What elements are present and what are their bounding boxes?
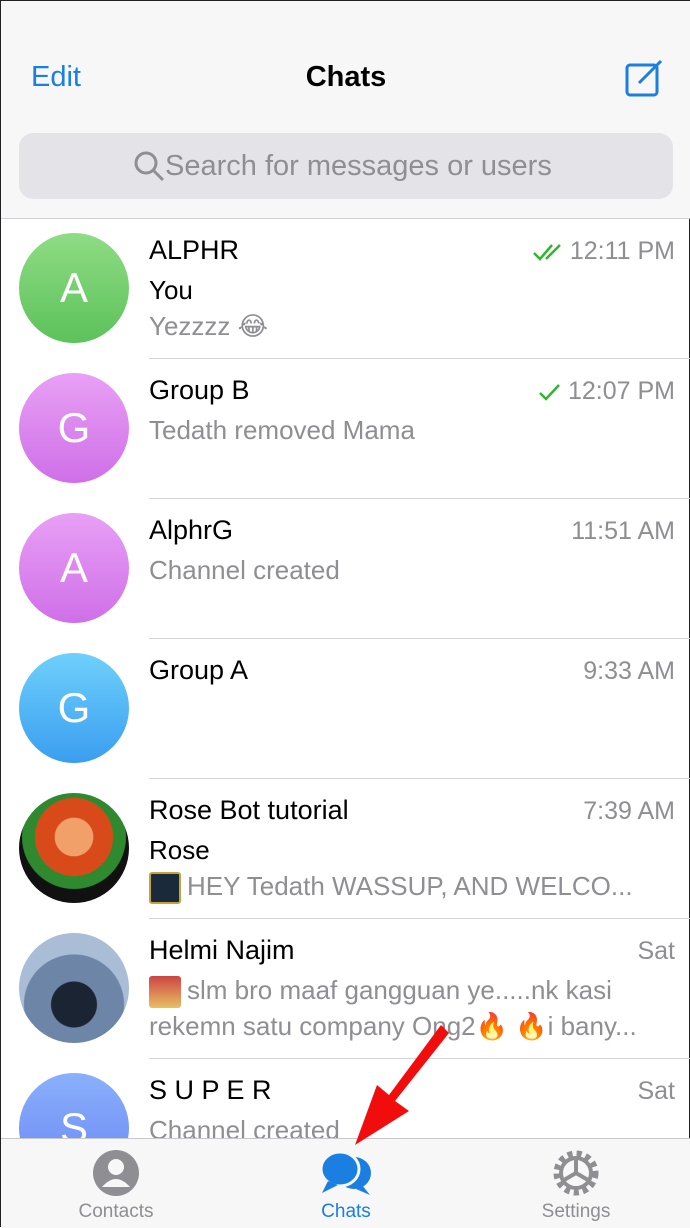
tab-label: Contacts	[78, 1201, 154, 1222]
avatar-initial: A	[59, 264, 88, 311]
preview-text: slm bro maaf gangguan ye.....nk kasi	[187, 975, 612, 1005]
chat-time: 11:51 AM	[571, 517, 675, 545]
avatar-initial: A	[59, 544, 88, 591]
chat-name: AlphrG	[149, 515, 234, 545]
chat-sender: Rose	[149, 835, 210, 865]
chat-preview-line2: rekemn satu company Ong2🔥 🔥i bany...	[149, 1011, 637, 1041]
avatar-image	[19, 793, 129, 903]
chat-name: Group A	[149, 655, 249, 685]
tab-label: Settings	[541, 1201, 611, 1222]
chat-preview: slm bro maaf gangguan ye.....nk kasi	[149, 975, 669, 1009]
search-icon	[134, 151, 165, 182]
chat-preview: Tedath removed Mama	[149, 415, 415, 445]
chat-time: 7:39 AM	[583, 797, 675, 825]
avatar: G	[19, 653, 129, 763]
chat-name: Helmi Najim	[149, 935, 295, 965]
chat-row-group-a[interactable]: G Group A 9:33 AM	[1, 639, 690, 779]
chat-name: ALPHR	[149, 235, 240, 265]
chat-list: A ALPHR 12:11 PM You Yezzzz 😂 G Group B …	[1, 219, 690, 1138]
avatar-initial: S	[59, 1104, 88, 1138]
chat-row-helmi-najim[interactable]: Helmi Najim Sat slm bro maaf gangguan ye…	[1, 919, 690, 1059]
avatar: G	[19, 373, 129, 483]
search-input[interactable]: Search for messages or users	[19, 133, 673, 199]
avatar-initial: G	[57, 404, 91, 451]
search-placeholder: Search for messages or users	[165, 149, 552, 182]
chat-time: Sat	[637, 1077, 675, 1105]
chat-preview: HEY Tedath WASSUP, AND WELCO...	[149, 871, 669, 905]
chat-bubbles-icon	[319, 1150, 371, 1195]
chat-sender: You	[149, 275, 193, 305]
chat-time: 12:07 PM	[538, 377, 675, 406]
tab-chats[interactable]: Chats	[231, 1139, 461, 1228]
tab-bar: Contacts Chats Settings	[1, 1138, 690, 1228]
tab-contacts[interactable]: Contacts	[1, 1139, 231, 1228]
check-icon	[539, 383, 560, 401]
tab-label: Chats	[321, 1201, 371, 1222]
chat-preview: Yezzzz 😂	[149, 311, 269, 341]
double-check-icon	[532, 243, 561, 261]
tab-settings[interactable]: Settings	[461, 1139, 690, 1228]
chat-row-rose-bot[interactable]: Rose Bot tutorial 7:39 AM Rose HEY Tedat…	[1, 779, 690, 919]
avatar: A	[19, 233, 129, 343]
avatar-initial: G	[57, 684, 91, 731]
chat-row-super[interactable]: S S U P E R Sat Channel created	[1, 1059, 690, 1138]
image-thumbnail	[149, 872, 181, 905]
navigation-header: Edit Chats Search for messages or users	[1, 1, 690, 219]
time-text: 12:07 PM	[567, 377, 675, 405]
avatar-image	[19, 933, 129, 1043]
chat-time: Sat	[637, 937, 675, 965]
chat-time: 9:33 AM	[583, 657, 675, 685]
chat-name: S U P E R	[149, 1075, 272, 1105]
person-icon	[93, 1150, 139, 1196]
avatar: A	[19, 513, 129, 623]
chat-row-group-b[interactable]: G Group B 12:07 PM Tedath removed Mama	[1, 359, 690, 499]
video-thumbnail	[149, 976, 181, 1009]
chat-time: 12:11 PM	[532, 237, 675, 266]
chat-row-alphrg[interactable]: A AlphrG 11:51 AM Channel created	[1, 499, 690, 639]
compose-icon[interactable]	[625, 59, 665, 97]
chat-name: Rose Bot tutorial	[149, 795, 349, 825]
gear-icon	[553, 1150, 599, 1196]
chat-name: Group B	[149, 375, 250, 405]
chat-preview: Channel created	[149, 1115, 340, 1138]
avatar: S	[19, 1073, 129, 1138]
chat-row-alphr[interactable]: A ALPHR 12:11 PM You Yezzzz 😂	[1, 219, 690, 359]
chat-preview: Channel created	[149, 555, 340, 585]
page-title: Chats	[305, 61, 387, 93]
preview-text: HEY Tedath WASSUP, AND WELCO...	[187, 871, 633, 901]
time-text: 12:11 PM	[569, 237, 675, 265]
